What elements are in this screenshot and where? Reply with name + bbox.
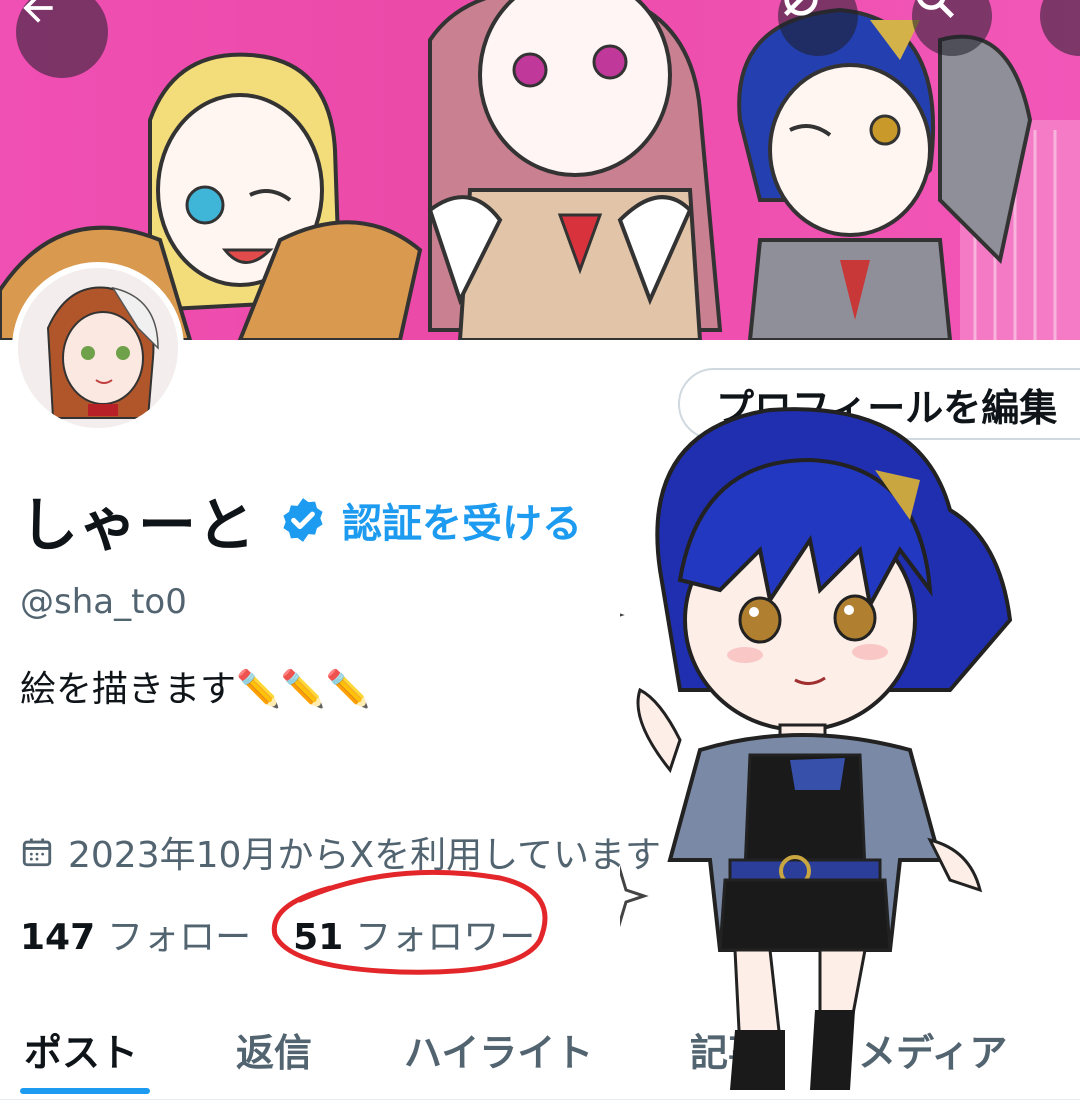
search-icon <box>917 0 955 19</box>
followers-count: 51 <box>293 917 344 958</box>
tab-media[interactable]: メディア <box>858 1022 1007 1077</box>
profile-tabs: ポスト 返信 ハイライト 記事 メディア <box>0 1010 1080 1100</box>
tab-posts[interactable]: ポスト <box>24 1022 138 1077</box>
profile-avatar[interactable] <box>12 262 184 434</box>
username-handle: @sha_to0 <box>20 582 187 622</box>
joined-text: 2023年10月からXを利用しています <box>68 835 662 876</box>
tab-replies[interactable]: 返信 <box>236 1022 312 1077</box>
active-tab-indicator <box>20 1088 150 1094</box>
verified-badge-icon[interactable] <box>278 495 328 545</box>
followers-label: フォロワー <box>355 917 536 958</box>
chibi-character-sticker <box>620 407 1013 1090</box>
calendar-icon <box>22 838 52 867</box>
display-name: しゃーと <box>20 491 257 559</box>
joined-date: 2023年10月からXを利用しています <box>20 826 661 878</box>
avatar-image <box>18 268 178 428</box>
arrow-left-icon <box>23 0 53 23</box>
profile-bio: 絵を描きます✏️✏️✏️ <box>20 669 371 710</box>
following-label: フォロー <box>107 917 252 958</box>
banner-illustration <box>0 0 1080 340</box>
grok-slash-circle-icon <box>784 0 818 16</box>
name-row: しゃーと 認証を受ける <box>20 478 582 562</box>
profile-banner[interactable] <box>0 0 1080 340</box>
tab-articles[interactable]: 記事 <box>690 1022 766 1077</box>
edit-profile-button[interactable]: プロフィールを編集 <box>678 368 1080 440</box>
following-stat[interactable]: 147 フォロー <box>20 908 251 960</box>
get-verified-link[interactable]: 認証を受ける <box>342 491 582 549</box>
following-count: 147 <box>20 917 96 958</box>
follow-stats: 147 フォロー 51 フォロワー <box>20 908 535 960</box>
followers-stat[interactable]: 51 フォロワー <box>293 908 535 960</box>
tab-highlights[interactable]: ハイライト <box>404 1022 593 1077</box>
